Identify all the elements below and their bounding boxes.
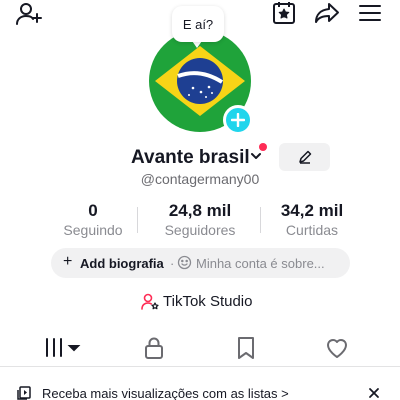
- tab-liked[interactable]: [325, 336, 349, 360]
- chevron-down-icon[interactable]: [249, 149, 263, 163]
- videos-grid-icon: [46, 338, 81, 357]
- pencil-icon: [298, 150, 311, 164]
- following-count[interactable]: 0: [53, 201, 133, 221]
- tab-private[interactable]: [143, 336, 165, 360]
- plus-icon: [231, 113, 245, 127]
- smile-icon: [177, 255, 192, 270]
- calendar-star-icon[interactable]: [271, 0, 297, 26]
- playlist-icon: [17, 386, 31, 400]
- notification-dot: [259, 143, 267, 151]
- playlist-banner-link[interactable]: Receba mais visualizações com as listas …: [42, 386, 289, 400]
- share-arrow-icon[interactable]: [314, 2, 340, 24]
- bookmark-icon: [238, 337, 254, 359]
- profile-name[interactable]: Avante brasil: [131, 147, 250, 169]
- tabs-divider: [0, 366, 400, 367]
- avatar-speech-bubble[interactable]: E aí?: [172, 6, 224, 42]
- likes-label[interactable]: Curtidas: [262, 222, 362, 238]
- add-user-icon[interactable]: [16, 2, 44, 26]
- studio-person-icon[interactable]: [140, 292, 160, 312]
- lock-icon: [145, 337, 163, 359]
- bubble-text: E aí?: [182, 16, 214, 32]
- tab-reposts[interactable]: [235, 336, 257, 360]
- add-bio-plus: +: [63, 253, 73, 270]
- hamburger-menu-icon[interactable]: [358, 3, 382, 23]
- likes-count[interactable]: 34,2 mil: [262, 201, 362, 221]
- followers-count[interactable]: 24,8 mil: [150, 201, 250, 221]
- bio-prompt[interactable]: Minha conta é sobre...: [196, 256, 325, 271]
- tiktok-studio-link[interactable]: TikTok Studio: [163, 293, 252, 310]
- edit-profile-button[interactable]: [279, 143, 330, 171]
- profile-handle: @contagermany00: [140, 171, 260, 187]
- tab-videos[interactable]: [44, 336, 84, 360]
- add-avatar-button[interactable]: [223, 105, 253, 135]
- bio-separator: ·: [170, 256, 175, 271]
- followers-label[interactable]: Seguidores: [150, 222, 250, 238]
- following-label[interactable]: Seguindo: [53, 222, 133, 238]
- close-icon[interactable]: [367, 386, 381, 400]
- add-bio-button[interactable]: Add biografia: [80, 256, 164, 271]
- stat-divider: [137, 207, 138, 233]
- stat-divider: [260, 207, 261, 233]
- heart-icon: [327, 339, 347, 358]
